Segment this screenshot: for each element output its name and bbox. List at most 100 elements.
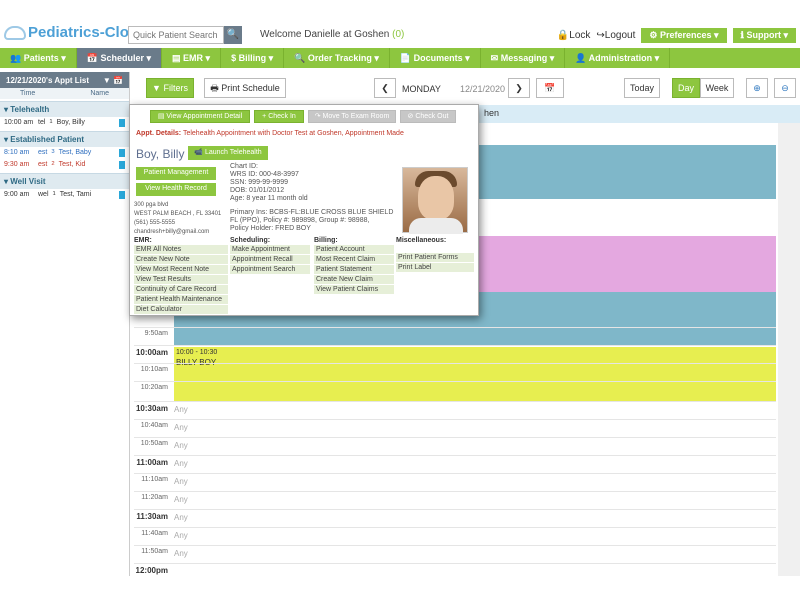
scheduling-link[interactable]: Make Appointment [230, 245, 310, 255]
next-day-button[interactable]: ❯ [508, 78, 530, 98]
nav-order-tracking[interactable]: 🔍 Order Tracking ▾ [284, 48, 390, 68]
appt-list-title: 12/21/2020's Appt List [6, 76, 89, 85]
time-slot[interactable]: 10:00am [134, 345, 776, 363]
insurance-line: Primary Ins: BCBS-FL:BLUE CROSS BLUE SHI… [230, 209, 394, 216]
top-header: Pediatrics-Cloud 🔍 Welcome Danielle at G… [0, 0, 800, 46]
any-provider: Any [174, 477, 188, 486]
zoom-out-icon[interactable]: ⊖ [774, 78, 796, 98]
emr-link[interactable]: Diet Calculator [134, 305, 228, 315]
patient-name-heading[interactable]: Boy, Billy [136, 147, 184, 161]
nav-label: Administration [588, 53, 653, 63]
check-in-button[interactable]: + Check In [254, 110, 304, 123]
group-established-patient[interactable]: ▾ Established Patient [0, 131, 129, 147]
appointment-details: Appt. Details: Telehealth Appointment wi… [136, 130, 404, 137]
welcome-count[interactable]: (0) [392, 29, 404, 40]
patient-management-button[interactable]: Patient Management [136, 167, 216, 180]
move-to-exam-room-button[interactable]: ↷ Move To Exam Room [308, 110, 396, 123]
emr-link[interactable]: View Test Results [134, 275, 228, 285]
miscellaneous-links: Miscellaneous: Print Patient Forms Print… [396, 237, 474, 273]
time-slot[interactable]: 11:00am Any [134, 455, 776, 473]
group-well-visit[interactable]: ▾ Well Visit [0, 173, 129, 189]
view-health-record-button[interactable]: View Health Record [136, 183, 216, 196]
billing-link[interactable]: Patient Statement [314, 265, 394, 275]
cloud-icon [4, 25, 26, 40]
support-button[interactable]: ℹ Support ▾ [732, 28, 796, 43]
preferences-button[interactable]: ⚙ Preferences ▾ [641, 28, 727, 43]
patient-address: 300 pga blvd WEST PALM BEACH , FL 33401 … [134, 201, 221, 237]
patient-name: Test, Baby [58, 149, 92, 156]
prev-day-button[interactable]: ❮ [374, 78, 396, 98]
today-button[interactable]: Today [624, 78, 660, 98]
week-view-button[interactable]: Week [700, 78, 734, 98]
search-icon[interactable]: 🔍 [224, 26, 242, 44]
time-slot[interactable]: 10:10am [134, 363, 776, 381]
appointment-popup: ▤ View Appointment Detail + Check In ↷ M… [129, 104, 479, 316]
slot-label: 10:30am [135, 404, 168, 413]
patient-name: Boy, Billy [56, 119, 85, 126]
list-item[interactable]: 10:00 am tel 1 Boy, Billy [0, 117, 129, 129]
list-item[interactable]: 9:00 am wel 1 Test, Tami [0, 189, 129, 201]
calendar-scrollbar[interactable] [778, 123, 800, 576]
time-slot[interactable]: 11:10am Any [134, 473, 776, 491]
billing-link[interactable]: View Patient Claims [314, 285, 394, 295]
time-slot[interactable]: 11:20am Any [134, 491, 776, 509]
nav-scheduler[interactable]: 📅 Scheduler ▾ [76, 48, 163, 68]
nav-billing[interactable]: $ Billing ▾ [221, 48, 285, 68]
scheduling-link[interactable]: Appointment Search [230, 265, 310, 275]
email-address: chandresh+billy@gmail.com [134, 229, 210, 235]
calendar-icon[interactable]: 📅 [536, 78, 564, 98]
scheduling-link[interactable]: Appointment Recall [230, 255, 310, 265]
billing-link[interactable]: Patient Account [314, 245, 394, 255]
nav-patients[interactable]: 👥 Patients ▾ [0, 48, 77, 68]
emr-link[interactable]: EMR All Notes [134, 245, 228, 255]
time-slot[interactable]: 10:20am [134, 381, 776, 401]
time-slot[interactable]: 11:50am Any [134, 545, 776, 563]
current-date[interactable]: 12/21/2020 [460, 84, 505, 94]
check-out-button[interactable]: ⊘ Check Out [400, 110, 456, 123]
nav-emr[interactable]: ▤ EMR ▾ [162, 48, 222, 68]
time-slot[interactable]: 10:40am Any [134, 419, 776, 437]
print-schedule-button[interactable]: 🖶 Print Schedule [204, 78, 286, 98]
day-view-button[interactable]: Day [672, 78, 700, 98]
misc-link[interactable]: Print Patient Forms [396, 253, 474, 263]
emr-link[interactable]: Patient Health Maintenance [134, 295, 228, 305]
list-item[interactable]: 9:30 am est 2 Test, Kid [0, 159, 129, 171]
billing-link[interactable]: Most Recent Claim [314, 255, 394, 265]
patient-name: Test, Tami [59, 191, 92, 198]
time-slot[interactable]: 10:50am Any [134, 437, 776, 455]
scheduling-links: Scheduling: Make Appointment Appointment… [230, 237, 310, 275]
view-appointment-detail-button[interactable]: ▤ View Appointment Detail [150, 110, 250, 123]
launch-telehealth-button[interactable]: 📹 Launch Telehealth [188, 146, 268, 160]
list-item[interactable]: 8:10 am est 3 Test, Baby [0, 147, 129, 159]
dob: DOB: 01/01/2012 [230, 187, 285, 194]
group-telehealth[interactable]: ▾ Telehealth [0, 101, 129, 117]
emr-link[interactable]: View Most Recent Note [134, 265, 228, 275]
status-badge [119, 161, 125, 169]
time-slot[interactable]: 10:30am Any [134, 401, 776, 419]
billing-link[interactable]: Create New Claim [314, 275, 394, 285]
app-logo[interactable]: Pediatrics-Cloud [4, 24, 147, 41]
slot-label: 11:10am [141, 476, 168, 483]
time-slot[interactable]: 9:50am [134, 327, 776, 345]
button-label: Check Out [415, 113, 449, 120]
filter-icon[interactable]: ▼ 📅 [103, 76, 123, 85]
lock-link[interactable]: 🔒Lock [557, 30, 591, 41]
nav-documents[interactable]: 📄 Documents ▾ [390, 48, 481, 68]
preferences-label: Preferences [659, 30, 712, 40]
print-schedule-label: Print Schedule [221, 83, 280, 93]
emr-link[interactable]: Continuity of Care Record [134, 285, 228, 295]
misc-link[interactable]: Print Label [396, 263, 474, 273]
appt-code: est [38, 149, 48, 156]
filters-button[interactable]: ▼ Filters [146, 78, 194, 98]
zoom-in-icon[interactable]: ⊕ [746, 78, 768, 98]
any-provider: Any [174, 441, 188, 450]
time-slot[interactable]: 11:30am Any [134, 509, 776, 527]
patient-search-input[interactable] [128, 26, 224, 44]
time-slot[interactable]: 12:00pm [134, 563, 776, 576]
time-slot[interactable]: 11:40am Any [134, 527, 776, 545]
emr-link[interactable]: Create New Note [134, 255, 228, 265]
any-provider: Any [174, 405, 188, 414]
nav-administration[interactable]: 👤 Administration ▾ [565, 48, 671, 68]
nav-messaging[interactable]: ✉ Messaging ▾ [481, 48, 566, 68]
logout-link[interactable]: ↪Logout [596, 30, 635, 41]
